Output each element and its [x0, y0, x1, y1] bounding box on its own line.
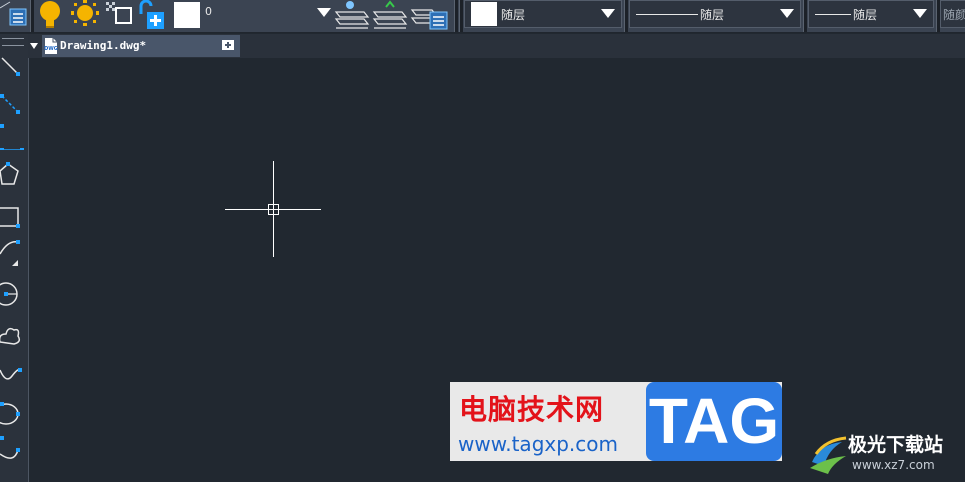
lock-icon[interactable] — [137, 0, 169, 30]
chevron-down-icon[interactable] — [601, 9, 615, 18]
layer-manager-icon[interactable] — [0, 0, 30, 30]
linetype-control-value: 随层 — [700, 8, 725, 22]
aurora-logo-icon — [810, 436, 847, 474]
plotstyle-control-dropdown[interactable]: 随颜 — [940, 0, 965, 28]
new-tab-button[interactable] — [216, 36, 240, 54]
new-drawing-icon — [222, 40, 234, 50]
arc-tool[interactable] — [0, 236, 26, 266]
dwg-badge: DWG — [44, 46, 58, 52]
color-swatch — [471, 2, 497, 26]
document-tab-bar: DWG Drawing1.dwg* ✕ — [28, 34, 965, 58]
toolbar-separator — [454, 0, 458, 32]
layer-states-icon[interactable] — [410, 0, 450, 30]
layer-dropdown-value: 0 — [205, 5, 212, 18]
linetype-control-dropdown[interactable]: 随层 — [629, 0, 801, 28]
polygon-tool[interactable] — [0, 162, 26, 192]
chevron-down-icon[interactable] — [780, 9, 794, 18]
ray-tool[interactable] — [0, 86, 26, 116]
viewport-freeze-icon[interactable] — [104, 0, 134, 30]
layer-color-swatch[interactable] — [173, 0, 201, 30]
spline-tool[interactable] — [0, 360, 26, 390]
layer-dropdown[interactable]: 0 — [201, 0, 333, 28]
color-control-dropdown[interactable]: 随层 — [464, 0, 622, 28]
watermark-site-name: 电脑技术网 — [459, 393, 605, 426]
toolbar-separator — [30, 0, 34, 32]
watermark-tag-text: TAG — [648, 385, 780, 457]
watermark-url: www.tagxp.com — [458, 432, 618, 456]
lineweight-sample — [815, 14, 851, 15]
brand-watermark: 极光下载站 www.xz7.com — [806, 428, 965, 482]
ellipse-arc-tool[interactable] — [0, 434, 26, 464]
rectangle-tool[interactable] — [0, 202, 26, 232]
toolbar-separator — [624, 0, 628, 32]
draw-toolbar — [0, 34, 29, 482]
lineweight-control-value: 随层 — [853, 8, 878, 22]
brand-name: 极光下载站 — [848, 434, 944, 456]
tab-list-arrow-icon[interactable] — [30, 43, 38, 49]
watermark-banner: 电脑技术网 www.tagxp.com TAG — [450, 382, 782, 461]
tab-label: Drawing1.dwg* — [60, 39, 147, 52]
plotstyle-control-value: 随颜 — [943, 8, 965, 22]
tab-drawing1[interactable]: DWG Drawing1.dwg* ✕ — [42, 35, 240, 57]
lightbulb-icon[interactable] — [35, 0, 65, 30]
crosshair-pickbox — [268, 204, 279, 215]
lineweight-control-dropdown[interactable]: 随层 — [808, 0, 934, 28]
line-tool[interactable] — [0, 50, 26, 80]
polyline-tool[interactable] — [0, 120, 26, 152]
toolbar-separator — [803, 0, 807, 32]
watermark-tag-logo: TAG — [646, 382, 782, 461]
circle-tool[interactable] — [0, 280, 26, 310]
color-control-value: 随层 — [501, 8, 526, 22]
sun-icon[interactable] — [68, 0, 102, 30]
brand-url: www.xz7.com — [852, 458, 935, 472]
layer-properties-toolbar: 0 随层 随层 随层 随颜 — [0, 0, 965, 33]
layer-previous-icon[interactable] — [334, 0, 370, 30]
chevron-down-icon[interactable] — [317, 8, 331, 17]
toolbar-separator — [459, 0, 463, 32]
ellipse-tool[interactable] — [0, 398, 26, 428]
chevron-down-icon[interactable] — [913, 9, 927, 18]
layer-match-icon[interactable] — [372, 0, 408, 30]
toolbar-grip[interactable] — [2, 38, 24, 46]
cloud-icon[interactable] — [0, 320, 26, 350]
linetype-sample — [636, 14, 698, 15]
